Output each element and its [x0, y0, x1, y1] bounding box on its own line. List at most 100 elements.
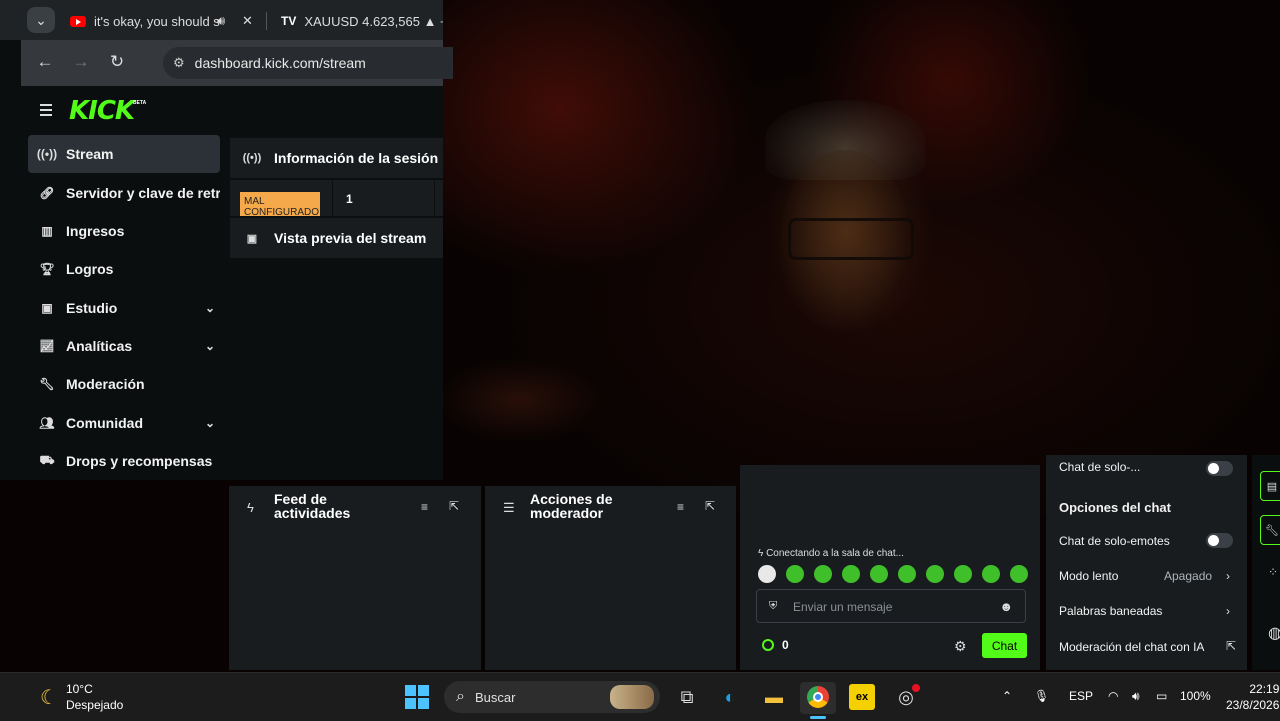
emote-icon[interactable]: [982, 565, 1000, 583]
emote-icon[interactable]: [926, 565, 944, 583]
tab-search-dropdown[interactable]: ⌄: [27, 7, 55, 33]
sidebar-item-comunidad[interactable]: 👥︎ Comunidad ⌄: [28, 404, 220, 442]
link-icon: 🔗︎: [39, 186, 55, 200]
start-button[interactable]: [404, 684, 430, 710]
divider: [332, 180, 333, 216]
battery-percent: 100%: [1180, 689, 1211, 703]
filter-icon[interactable]: ≡: [421, 500, 428, 514]
windows-icon: [405, 685, 429, 709]
emote-icon[interactable]: [786, 565, 804, 583]
close-icon: ✕: [242, 13, 253, 28]
chat-send-button[interactable]: Chat: [982, 633, 1027, 658]
chat-settings-button[interactable]: ⚙: [954, 638, 967, 655]
weather-desc: Despejado: [65, 698, 124, 712]
clock-date: 23/8/2026: [1226, 698, 1280, 712]
emote-icon[interactable]: [814, 565, 832, 583]
emote-icon[interactable]: [870, 565, 888, 583]
taskbar-search[interactable]: ⌕ Buscar: [444, 681, 660, 713]
tab-close-button[interactable]: ✕: [242, 8, 253, 34]
clock[interactable]: 22:19 23/8/2026: [1226, 681, 1279, 713]
battery-icon[interactable]: ▭: [1156, 689, 1167, 703]
stream-preview-header[interactable]: ▣ Vista previa del stream: [230, 218, 443, 258]
tray-overflow-button[interactable]: ⌃: [1002, 689, 1012, 703]
microphone-icon[interactable]: 🎙︎: [1034, 689, 1049, 703]
reload-button[interactable]: ↻: [105, 52, 129, 72]
globe-icon[interactable]: ◍: [1268, 623, 1280, 643]
chevron-down-icon: ⌄: [35, 11, 47, 28]
sidebar-item-stream[interactable]: ((•)) Stream: [28, 135, 220, 173]
task-view-button[interactable]: ⧉: [674, 684, 700, 710]
exness-icon: ex: [855, 691, 869, 703]
chevron-right-icon: ›: [1226, 604, 1230, 618]
chat-input[interactable]: ⛨ Enviar un mensaje ☻: [756, 589, 1026, 623]
tradingview-icon: TV: [281, 14, 297, 28]
gear-icon: ⚙: [954, 638, 967, 654]
chat-option-truncated[interactable]: Chat de solo-...: [1059, 460, 1140, 474]
external-link-icon: ⇱: [1226, 639, 1237, 653]
emote-icon[interactable]: [842, 565, 860, 583]
panel-toggle-button[interactable]: ▤: [1260, 471, 1280, 501]
tab-tradingview[interactable]: TV XAUUSD 4.623,565 ▲ +0.: [281, 8, 443, 34]
moderation-button[interactable]: 🔧︎: [1260, 515, 1280, 545]
sidebar-item-estudio[interactable]: ▣ Estudio ⌄: [28, 289, 220, 327]
language-indicator[interactable]: ESP: [1069, 689, 1093, 703]
tab-youtube[interactable]: it's okay, you should s: [70, 8, 255, 34]
drops-icon: ⛟: [39, 453, 55, 467]
chrome-button[interactable]: [805, 684, 831, 710]
users-icon[interactable]: ⁘: [1268, 565, 1278, 579]
sidebar-item-analiticas[interactable]: 📈︎ Analíticas ⌄: [28, 327, 220, 365]
emote-icon[interactable]: [1010, 565, 1028, 583]
studio-icon: ▣: [41, 301, 53, 315]
sidebar-item-moderacion[interactable]: 🔧︎ Moderación: [28, 365, 220, 403]
volume-icon[interactable]: 🔊︎: [1132, 689, 1140, 704]
activity-feed-panel: ϟ Feed de actividades ≡ ⇱: [229, 486, 481, 670]
ai-moderation-label[interactable]: Moderación del chat con IA: [1059, 640, 1204, 654]
search-highlight-image: [610, 685, 654, 709]
forward-button[interactable]: →: [69, 52, 93, 72]
slow-mode-label[interactable]: Modo lento: [1059, 569, 1118, 583]
wifi-icon[interactable]: ◠: [1108, 689, 1118, 703]
chevron-right-icon: ›: [1226, 569, 1230, 583]
toggle-switch[interactable]: [1206, 461, 1233, 476]
video-icon: ▣: [246, 232, 258, 245]
site-settings-icon[interactable]: ⚙: [173, 55, 185, 71]
popout-icon[interactable]: ⇱: [705, 499, 715, 513]
emoji-icon[interactable]: ☻: [999, 599, 1013, 614]
emote-only-toggle[interactable]: [1206, 533, 1233, 548]
chevron-down-icon: ⌄: [204, 339, 216, 353]
session-info-header[interactable]: ((•)) Información de la sesión: [230, 138, 443, 178]
sidebar-item-ingresos[interactable]: ▥ Ingresos: [28, 212, 220, 250]
edge-button[interactable]: ◐: [717, 684, 743, 710]
viewers-icon: [762, 639, 774, 651]
sidebar-item-server-key[interactable]: 🔗︎ Servidor y clave de retransmisión: [28, 174, 220, 212]
speaker-icon: 🔊︎: [217, 13, 226, 28]
weather-widget[interactable]: ☾ 10°C Despejado: [40, 681, 123, 713]
address-bar[interactable]: ⚙ dashboard.kick.com/stream: [163, 47, 453, 79]
banned-words-label[interactable]: Palabras baneadas: [1059, 604, 1162, 618]
file-explorer-button[interactable]: ▬: [761, 684, 787, 710]
chat-options-heading: Opciones del chat: [1059, 500, 1171, 515]
filter-icon[interactable]: ≡: [677, 500, 684, 514]
toolbar: ← → ↻ ⚙ dashboard.kick.com/stream: [21, 40, 453, 86]
menu-icon[interactable]: [40, 104, 52, 119]
chat-input-placeholder: Enviar un mensaje: [793, 600, 893, 614]
recording-indicator: [912, 684, 920, 692]
emote-icon[interactable]: [758, 565, 776, 583]
popout-icon[interactable]: ⇱: [449, 499, 459, 513]
taskbar: ☾ 10°C Despejado ⌕ Buscar ⧉ ◐ ▬ ex ◎ ⌃ 🎙…: [0, 672, 1280, 721]
tab-audio-indicator[interactable]: 🔊︎: [217, 8, 225, 34]
chat-status: ϟ Conectando a la sala de chat...: [758, 548, 904, 559]
edge-icon: ◐: [724, 686, 736, 707]
sidebar-item-logros[interactable]: 🏆︎ Logros: [28, 250, 220, 288]
emote-icon[interactable]: [954, 565, 972, 583]
kick-logo[interactable]: KICK: [69, 96, 135, 126]
emote-icon[interactable]: [898, 565, 916, 583]
stream-preview-title: Vista previa del stream: [274, 230, 427, 246]
shield-icon: ⛨: [769, 600, 778, 612]
sidebar-item-drops[interactable]: ⛟ Drops y recompensas: [28, 442, 220, 480]
emote-bar: [758, 565, 1028, 583]
back-button[interactable]: ←: [33, 52, 57, 72]
session-info-title: Información de la sesión: [274, 150, 439, 166]
tab-divider: [266, 12, 267, 30]
exness-button[interactable]: ex: [849, 684, 875, 710]
